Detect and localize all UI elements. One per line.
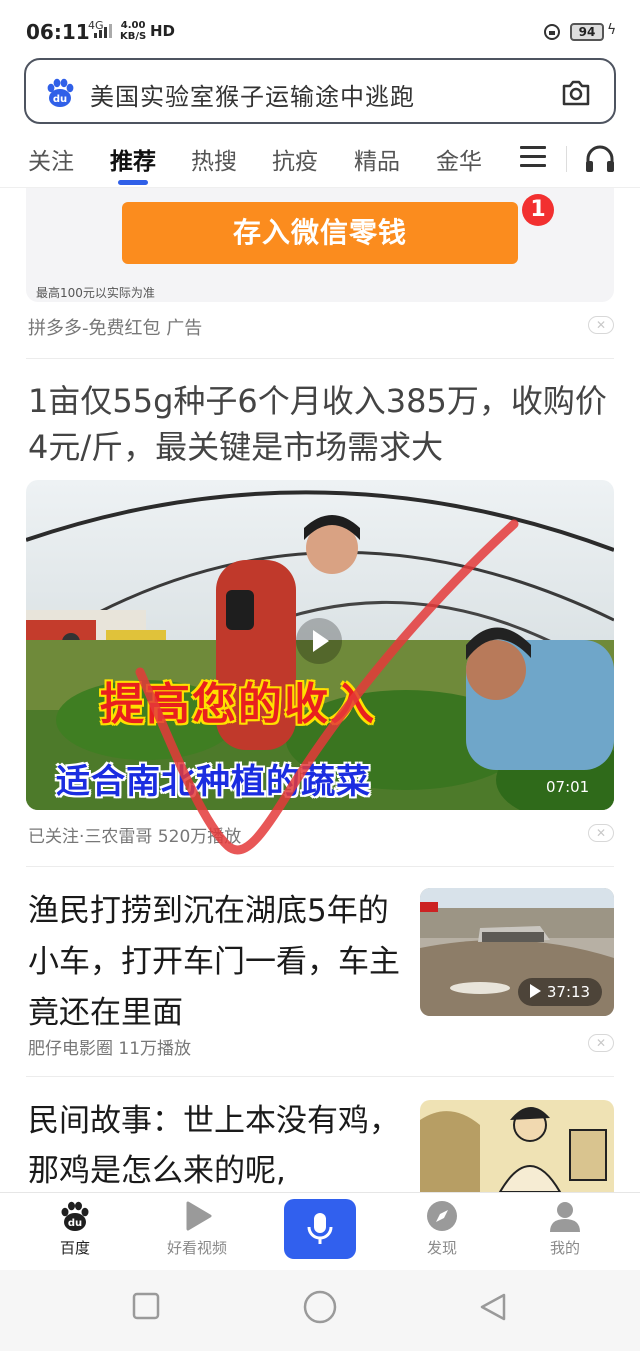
article-title[interactable]: 民间故事：世上本没有鸡，那鸡是怎么来的呢, (28, 1096, 408, 1196)
feed-divider (26, 358, 614, 359)
video-play-icon (186, 1201, 212, 1231)
dismiss-close-icon[interactable]: ✕ (588, 1034, 614, 1052)
illustration-image (420, 1100, 614, 1192)
dismiss-close-icon[interactable]: ✕ (588, 316, 614, 334)
status-time: 06:11 (26, 20, 90, 44)
dismiss-close-icon[interactable]: ✕ (588, 824, 614, 842)
svg-text:du: du (53, 94, 67, 105)
svg-text:du: du (68, 1218, 82, 1229)
baidu-logo-icon: du (47, 78, 74, 107)
home-icon[interactable] (303, 1290, 337, 1324)
tab-anti-epidemic[interactable]: 抗疫 (272, 142, 318, 176)
bottom-navigation: du 百度 好看视频 发现 我的 (0, 1192, 640, 1270)
video-caption-main: 提高您的收入 (100, 679, 376, 730)
battery-icon: 94 (570, 23, 604, 41)
tab-hot-search[interactable]: 热搜 (191, 142, 237, 176)
nav-profile-label: 我的 (549, 1239, 580, 1257)
search-bar[interactable]: du 美国实验室猴子运输途中逃跑 (24, 58, 616, 124)
rotation-lock-icon (544, 24, 560, 40)
article-meta: 肥仔电影圈 11万播放 (28, 1039, 192, 1059)
play-icon[interactable] (296, 618, 342, 664)
notification-badge: 1 (522, 194, 554, 226)
ad-note: 最高100元以实际为准 (36, 286, 155, 300)
headphones-icon[interactable] (584, 144, 616, 174)
article-title[interactable]: 1亩仅55g种子6个月收入385万，收购价4元/斤，最关键是市场需求大 (28, 378, 612, 470)
video-caption-sub: 适合南北种植的蔬菜 (56, 762, 371, 802)
search-input[interactable]: 美国实验室猴子运输途中逃跑 (90, 77, 415, 112)
compass-icon (427, 1201, 457, 1231)
user-icon (550, 1202, 580, 1232)
menu-icon[interactable] (520, 146, 546, 170)
play-icon (529, 984, 541, 998)
charging-icon: ϟ (607, 22, 617, 38)
camera-icon[interactable] (560, 78, 592, 108)
active-tab-indicator (118, 180, 148, 185)
hd-icon: HD (150, 22, 176, 40)
recent-apps-icon[interactable] (132, 1292, 160, 1320)
article-thumbnail[interactable] (420, 1100, 614, 1192)
tab-jinhua[interactable]: 金华 (436, 142, 482, 176)
channel-tabs: 关注 推荐 热搜 抗疫 精品 金华 (0, 132, 640, 188)
tab-featured[interactable]: 精品 (354, 142, 400, 176)
feed-divider (26, 1076, 614, 1077)
nav-discover-label: 发现 (426, 1239, 457, 1257)
nav-home[interactable]: du 百度 (30, 1199, 120, 1258)
network-speed: 4.00 KB/S (120, 20, 146, 42)
speed-unit: KB/S (120, 31, 147, 42)
voice-search-button[interactable] (284, 1199, 356, 1259)
system-navigation-bar (0, 1270, 640, 1351)
feed-divider (26, 866, 614, 867)
article-meta: 已关注·三农雷哥 520万播放 (28, 827, 242, 847)
baidu-paw-icon: du (61, 1201, 89, 1231)
tab-recommend[interactable]: 推荐 (110, 142, 156, 176)
back-icon[interactable] (478, 1292, 508, 1322)
video-duration: 37:13 (518, 978, 602, 1006)
video-duration: 07:01 (546, 778, 590, 796)
tab-divider (566, 146, 567, 172)
ad-source: 拼多多-免费红包 广告 (28, 318, 203, 339)
ad-card[interactable]: 存入微信零钱 1 最高100元以实际为准 (26, 188, 614, 302)
microphone-icon (307, 1213, 333, 1244)
tab-follow[interactable]: 关注 (28, 142, 74, 176)
status-bar: 06:11 4G 4.00 KB/S HD 94 ϟ (0, 0, 640, 60)
nav-discover[interactable]: 发现 (397, 1199, 487, 1258)
speed-value: 4.00 (120, 20, 146, 31)
duration-text: 37:13 (546, 983, 591, 1001)
signal-icon (94, 24, 112, 38)
nav-video-label: 好看视频 (166, 1239, 227, 1257)
deposit-wechat-button[interactable]: 存入微信零钱 (122, 202, 518, 264)
article-title[interactable]: 渔民打捞到沉在湖底5年的小车，打开车门一看，车主竟还在里面 (28, 886, 408, 1039)
nav-video[interactable]: 好看视频 (152, 1199, 242, 1258)
nav-home-label: 百度 (59, 1239, 90, 1257)
nav-profile[interactable]: 我的 (520, 1199, 610, 1258)
